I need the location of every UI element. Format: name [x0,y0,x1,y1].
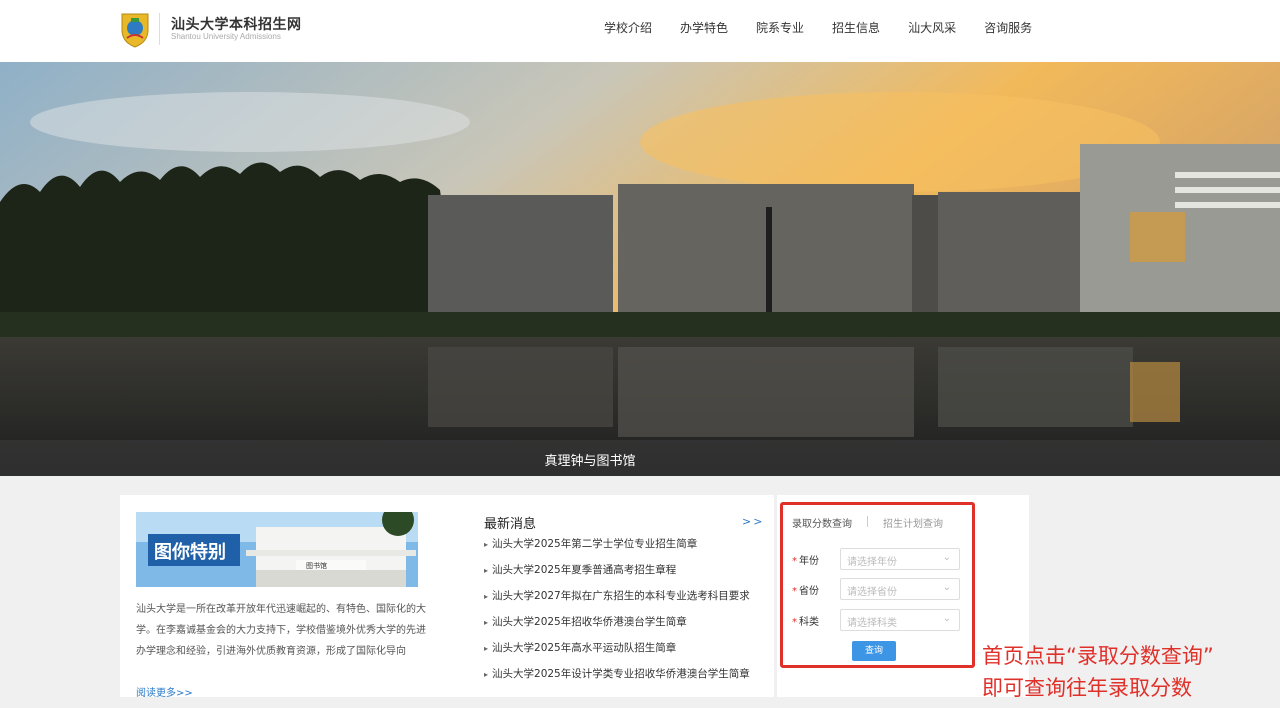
nav-item-features[interactable]: 办学特色 [680,19,728,36]
about-image-slogan: 图你特别 [154,541,226,563]
province-label: * 省份 [792,586,819,597]
nav-item-consulting[interactable]: 咨询服务 [984,19,1032,36]
university-logo[interactable] [118,10,152,48]
main-nav: 学校介绍 办学特色 院系专业 招生信息 汕大风采 咨询服务 [604,19,1060,36]
news-item[interactable]: ▸ 汕头大学2025年高水平运动队招生简章 [484,639,750,665]
site-header: 汕头大学本科招生网 Shantou University Admissions … [0,0,1280,62]
logo-divider [159,13,160,45]
year-select[interactable]: 请选择年份 ⌄ [840,548,960,570]
about-image[interactable]: 图你特别 图书馆 [136,512,418,587]
tab-divider [867,516,868,527]
province-select[interactable]: 请选择省份 ⌄ [840,578,960,600]
news-item[interactable]: ▸ 汕头大学2025年夏季普通高考招生章程 [484,561,750,587]
about-text: 汕头大学是一所在改革开放年代迅速崛起的、有特色、国际化的大学。在李嘉诚基金会的大… [136,604,426,657]
nav-item-school-intro[interactable]: 学校介绍 [604,19,652,36]
news-more-link[interactable]: >> [742,515,764,528]
news-item[interactable]: ▸ 汕头大学2025年设计学类专业招收华侨港澳台学生简章 [484,665,750,691]
brand-title[interactable]: 汕头大学本科招生网 [171,14,302,34]
bullet-icon: ▸ [484,644,489,653]
nav-item-admissions-info[interactable]: 招生信息 [832,19,880,36]
banner-caption: 真理钟与图书馆 [544,454,636,469]
news-heading: 最新消息 [484,517,537,532]
tab-score-query[interactable]: 录取分数查询 [792,515,852,530]
chevron-down-icon: ⌄ [942,613,951,624]
brand-subtitle: Shantou University Admissions [171,32,281,41]
news-item[interactable]: ▸ 汕头大学2027年拟在广东招生的本科专业选考科目要求 [484,587,750,613]
campus-photo [0,62,1280,476]
hero-banner[interactable] [0,62,1280,476]
news-list: ▸ 汕头大学2025年第二学士学位专业招生简章 ▸ 汕头大学2025年夏季普通高考招… [484,535,750,691]
bullet-icon: ▸ [484,566,489,575]
news-item[interactable]: ▸ 汕头大学2025年招收华侨港澳台学生简章 [484,613,750,639]
tab-plan-query[interactable]: 招生计划查询 [883,515,943,530]
annotation-line-2: 即可查询往年录取分数 [982,676,1192,700]
building-sign: 图书馆 [306,561,327,570]
bullet-icon: ▸ [484,592,489,601]
chevron-down-icon: ⌄ [942,552,951,563]
year-label: * 年份 [792,556,819,567]
annotation-line-1: 首页点击“录取分数查询” [982,644,1214,668]
category-label: * 科类 [792,617,819,628]
query-button[interactable]: 查询 [852,641,896,661]
bullet-icon: ▸ [484,618,489,627]
news-item[interactable]: ▸ 汕头大学2025年第二学士学位专业招生简章 [484,535,750,561]
nav-item-campus-style[interactable]: 汕大风采 [908,19,956,36]
chevron-down-icon: ⌄ [942,582,951,593]
nav-item-departments[interactable]: 院系专业 [756,19,804,36]
category-select[interactable]: 请选择科类 ⌄ [840,609,960,631]
bullet-icon: ▸ [484,670,489,679]
read-more-link[interactable]: 阅读更多>> [136,684,193,699]
bullet-icon: ▸ [484,540,489,549]
